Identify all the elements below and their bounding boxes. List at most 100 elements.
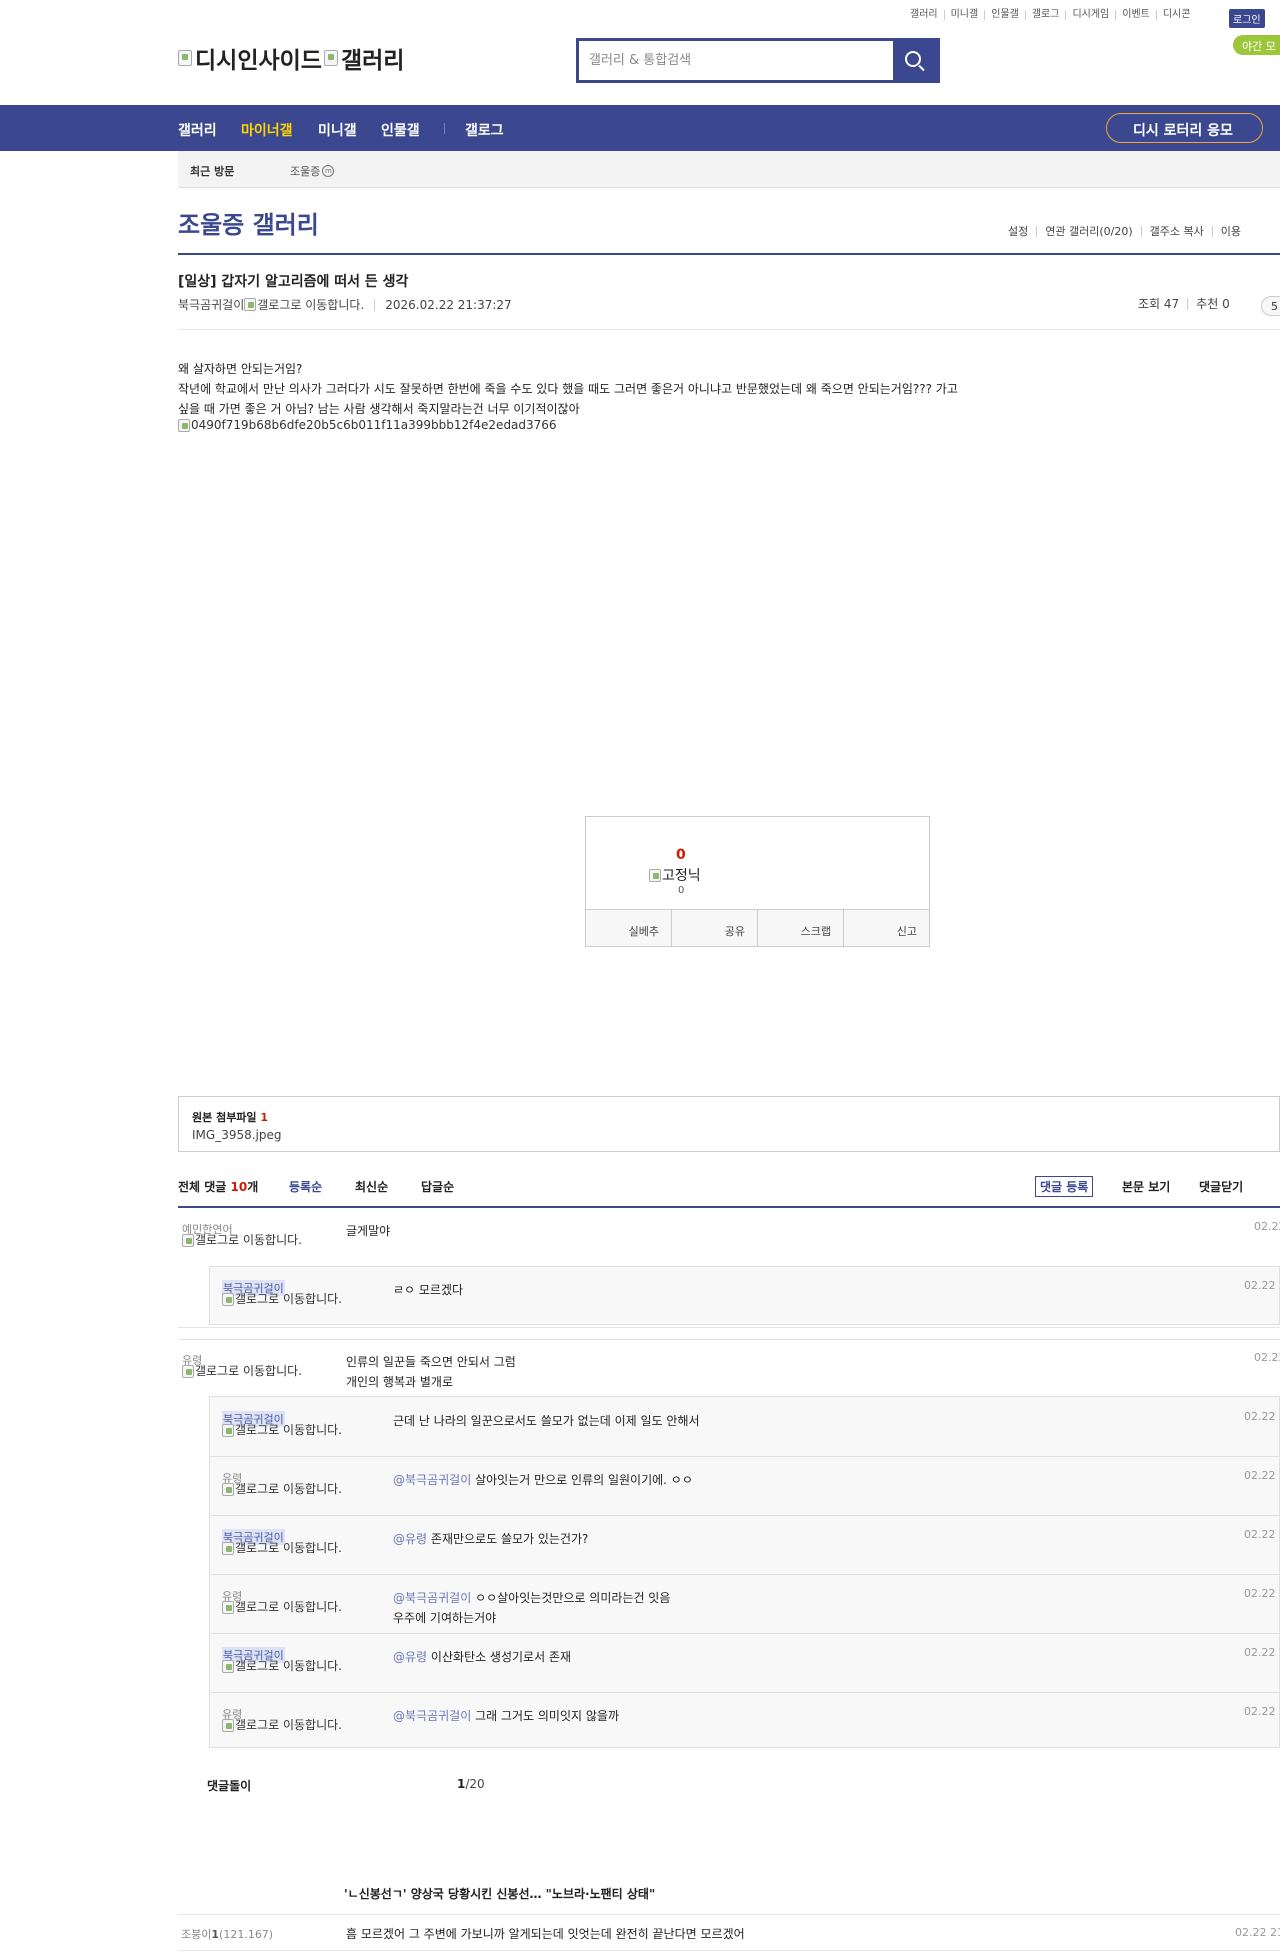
gallog-alt: 갤로그로 이동합니다. xyxy=(235,1423,342,1437)
share-button[interactable]: 공유 xyxy=(671,910,757,946)
gallery-title[interactable]: 조울증 갤러리 xyxy=(178,205,319,240)
site-logo[interactable]: 디시인사이드 갤러리 xyxy=(178,41,404,75)
reply-item: 유령 갤로그로 이동합니다. @북극곰귀걸이 살아잇는거 만으로 인류의 일원이기에… xyxy=(178,1459,1280,1515)
gallog-link[interactable]: 갤로그로 이동합니다. xyxy=(222,1660,347,1673)
nav-gallog[interactable]: 갤로그 xyxy=(465,120,504,140)
gallog-link[interactable]: 갤로그로 이동합니다. xyxy=(222,1719,347,1732)
post-date: 2026.02.22 21:37:27 xyxy=(374,298,512,311)
nav-gallery[interactable]: 갤러리 xyxy=(178,120,217,140)
recommend-actions: 실베추 공유 스크랩 신고 xyxy=(586,909,929,946)
nav-minor-gallery[interactable]: 마이너갤 xyxy=(241,120,293,140)
search-input[interactable] xyxy=(579,41,893,80)
gallog-link[interactable]: 갤로그로 이동합니다. xyxy=(222,1424,347,1437)
comment-text: @북극곰귀걸이 그래 그거도 의미잇지 않을까 xyxy=(393,1706,619,1726)
post-image[interactable]: 0490f719b68b6dfe20b5c6b011f11a399bbb12f4… xyxy=(178,418,557,432)
attachment-file[interactable]: IMG_3958.jpeg xyxy=(192,1128,282,1142)
comment-date: 02.22 21 xyxy=(1254,1220,1280,1233)
gallog-icon xyxy=(222,1719,234,1732)
gallog-icon xyxy=(222,1660,234,1673)
gallog-alt: 갤로그로 이동합니다. xyxy=(195,1364,302,1378)
logo-site-alt: 디시인사이드 xyxy=(195,48,322,74)
comment-total-label: 전체 댓글 xyxy=(178,1180,227,1194)
night-mode-toggle[interactable]: 야간 모 xyxy=(1233,35,1280,55)
comment-text-line: 인류의 일꾼들 죽으면 안되서 그럼 xyxy=(346,1355,516,1369)
recent-visit-item[interactable]: 조울증 m xyxy=(290,163,335,179)
close-comments-button[interactable]: 댓글닫기 xyxy=(1199,1178,1243,1195)
search-icon xyxy=(905,51,921,67)
util-link-person[interactable]: 인물갤 xyxy=(984,10,1025,20)
post-author[interactable]: 북극곰귀걸이 xyxy=(178,296,244,313)
copy-gallery-url[interactable]: 갤주소 복사 xyxy=(1140,226,1212,237)
fixed-nick-recommend[interactable]: 고정닉 xyxy=(649,865,701,885)
util-link-dccon[interactable]: 디시콘 xyxy=(1155,10,1197,20)
gallog-icon xyxy=(182,1365,194,1378)
post-stats: 조회 47 추천 0 xyxy=(1130,298,1238,310)
reply-divider xyxy=(209,1515,1280,1516)
logo-gallery-alt: 갤러리 xyxy=(340,48,405,74)
gallog-alt: 갤로그로 이동합니다. xyxy=(235,1600,342,1614)
reply-divider xyxy=(209,1574,1280,1575)
comment-date: 02.22 21 xyxy=(1244,1279,1280,1292)
util-link-mini[interactable]: 미니갤 xyxy=(943,10,985,20)
comment-mention[interactable]: @북극곰귀걸이 xyxy=(393,1591,475,1605)
comment-divider xyxy=(178,1339,1280,1340)
gallery-usage[interactable]: 이용 xyxy=(1211,226,1249,237)
comment-mention[interactable]: @북극곰귀걸이 xyxy=(393,1709,475,1723)
comment-text-line: 우주에 기여하는거야 xyxy=(393,1611,497,1625)
post-body-line: 작년에 학교에서 만난 의사가 그러다가 시도 잘못하면 한번에 죽을 수도 있… xyxy=(178,382,958,396)
comment-mention[interactable]: @유령 xyxy=(393,1650,431,1664)
news-nick-num: 1 xyxy=(211,1928,220,1941)
comment-text: @유령 존재만으로도 쓸모가 있는건가? xyxy=(393,1529,588,1549)
nav-mini-gallery[interactable]: 미니갤 xyxy=(318,120,357,140)
gallog-alt[interactable]: 갤로그로 이동합니다. xyxy=(257,296,364,313)
sort-latest[interactable]: 최신순 xyxy=(355,1178,388,1195)
util-link-event[interactable]: 이벤트 xyxy=(1115,10,1156,20)
realbest-button[interactable]: 실베추 xyxy=(586,910,671,946)
comment-count-pill[interactable]: 5 xyxy=(1261,296,1280,316)
lottery-button[interactable]: 디시 로터리 응모 xyxy=(1106,113,1263,143)
gallog-link[interactable]: 갤로그로 이동합니다. xyxy=(222,1601,347,1614)
scrap-button[interactable]: 스크랩 xyxy=(757,910,843,946)
gallog-link[interactable]: 갤로그로 이동합니다. xyxy=(182,1234,307,1247)
minor-gallery-badge-icon: m xyxy=(322,165,335,177)
util-link-gallog[interactable]: 갤로그 xyxy=(1024,10,1066,20)
news-headline[interactable]: 'ㄴ신봉선ㄱ' 양상국 당황시킨 신봉선… "노브라·노팬티 상태" xyxy=(344,1885,655,1902)
comment-text: @북극곰귀걸이 ㅇㅇ살아잇는것만으로 의미라는건 잇음 우주에 기여하는거야 xyxy=(393,1588,670,1628)
related-galleries[interactable]: 연관 갤러리(0/20) xyxy=(1036,226,1140,237)
comment-mention[interactable]: @유령 xyxy=(393,1532,431,1546)
comment-text: @유령 이산화탄소 생성기로서 존재 xyxy=(393,1647,571,1667)
post-recommends: 추천 0 xyxy=(1187,298,1238,310)
divider xyxy=(178,1206,1280,1208)
nav-person-gallery[interactable]: 인물갤 xyxy=(381,120,420,140)
gallog-link[interactable]: 갤로그로 이동합니다. xyxy=(182,1365,307,1378)
sort-replies[interactable]: 답글순 xyxy=(421,1178,454,1195)
comment-paging[interactable]: 1/20 xyxy=(457,1777,485,1791)
report-button[interactable]: 신고 xyxy=(843,910,929,946)
comment-date: 02.22 21 xyxy=(1244,1646,1280,1659)
comment-header: 전체 댓글 10개 등록순 최신순 답글순 댓글 등록 본문 보기 댓글닫기 xyxy=(178,1176,1280,1208)
gallog-link[interactable]: 갤로그로 이동합니다. xyxy=(222,1483,347,1496)
util-link-gallery[interactable]: 갤러리 xyxy=(904,10,944,20)
gallery-settings[interactable]: 설정 xyxy=(1000,226,1036,237)
login-button[interactable]: 로그인 xyxy=(1229,9,1265,28)
comment-text-line: 그래 그거도 의미잇지 않을까 xyxy=(475,1709,619,1723)
broken-image-icon xyxy=(178,50,192,66)
gallog-icon[interactable] xyxy=(244,298,257,311)
comment-write-button[interactable]: 댓글 등록 xyxy=(1035,1176,1094,1197)
util-link-game[interactable]: 디시게임 xyxy=(1065,10,1115,20)
sort-registered[interactable]: 등록순 xyxy=(289,1178,322,1195)
recent-visit-title[interactable]: 최근 방문 xyxy=(190,163,234,179)
comment-mention[interactable]: @북극곰귀걸이 xyxy=(393,1473,475,1487)
top-util-links: 갤러리 미니갤 인물갤 갤로그 디시게임 이벤트 디시콘 xyxy=(904,10,1196,20)
gallog-link[interactable]: 갤로그로 이동합니다. xyxy=(222,1542,347,1555)
view-body-button[interactable]: 본문 보기 xyxy=(1122,1178,1170,1195)
gallog-link[interactable]: 갤로그로 이동합니다. xyxy=(222,1293,347,1306)
comment-total-count: 10 xyxy=(230,1180,248,1194)
comment-date: 02.22 21 xyxy=(1244,1587,1280,1600)
post-image-alt: 0490f719b68b6dfe20b5c6b011f11a399bbb12f4… xyxy=(191,418,557,432)
search-box xyxy=(576,38,940,83)
attachment-label: 원본 첨부파일 1 xyxy=(192,1109,268,1125)
reply-divider xyxy=(209,1456,1280,1457)
search-button[interactable] xyxy=(893,41,937,80)
comment-date: 02.22 21 xyxy=(1254,1351,1280,1364)
